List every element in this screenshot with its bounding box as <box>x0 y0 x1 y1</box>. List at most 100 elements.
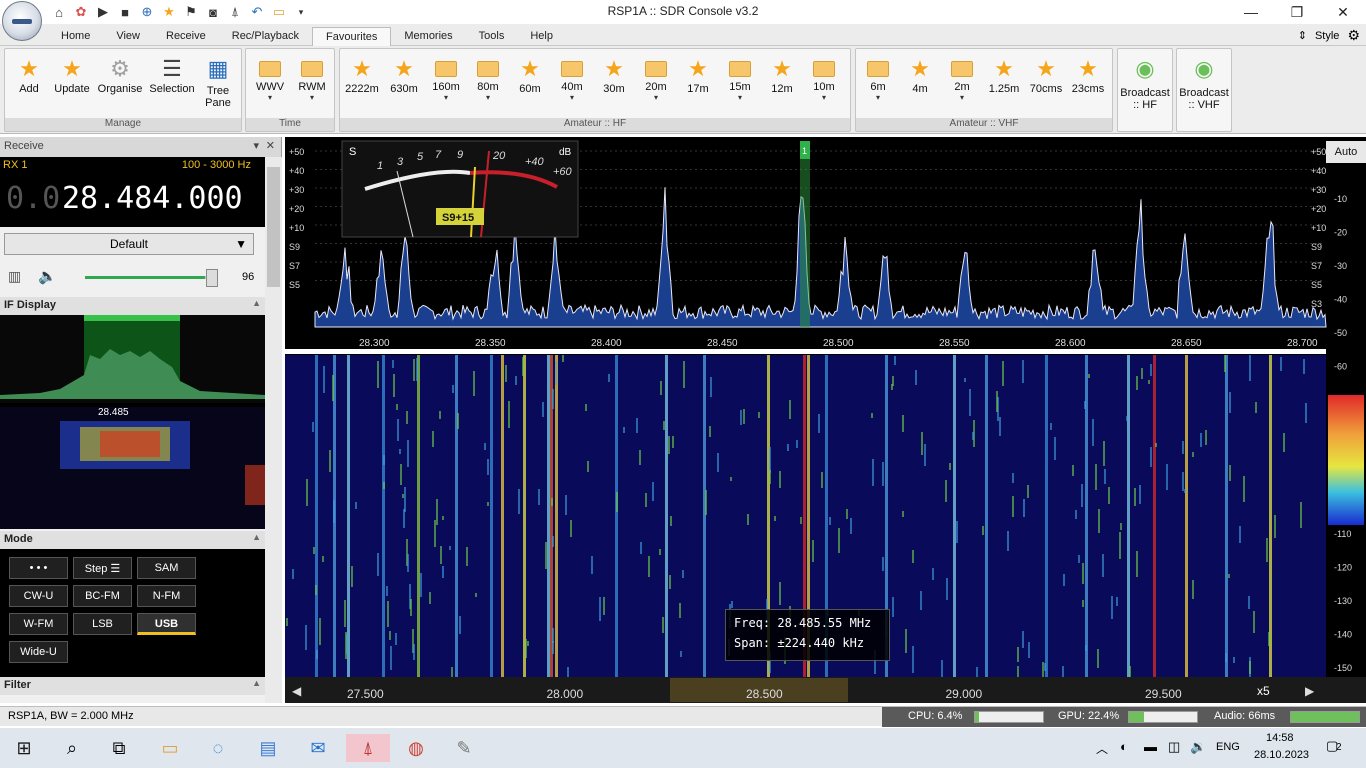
band-30m-button[interactable]: ★ 30m <box>594 53 634 115</box>
tab-help[interactable]: Help <box>517 27 566 46</box>
if-display[interactable]: 28.485 <box>0 315 265 529</box>
style-menu[interactable]: Style <box>1315 30 1339 42</box>
task-view-icon[interactable]: ⧉ <box>105 734 133 762</box>
chrome-icon[interactable]: ◍ <box>402 734 430 762</box>
network-icon[interactable]: ◫ <box>1168 739 1180 755</box>
overview-tick-label: 29.000 <box>946 687 983 701</box>
band-40m-button[interactable]: 40m ▾ <box>552 53 592 115</box>
edge-icon[interactable]: ◌ <box>204 734 232 762</box>
spectrum-view[interactable]: +50 +40 +30 +20 +10 S9 S7 S5 +50 +40 +30 +20 +10 S9 S7… <box>285 137 1366 703</box>
band-160m-button[interactable]: 160m ▾ <box>426 53 466 115</box>
band-6m-button[interactable]: 6m ▾ <box>858 53 898 115</box>
tab-view[interactable]: View <box>103 27 153 46</box>
tab-favourites[interactable]: Favourites <box>312 27 392 46</box>
clock-time[interactable]: 14:58 <box>1266 732 1294 744</box>
wwv-button[interactable]: WWV ▾ <box>250 53 290 115</box>
band-2m-button[interactable]: 2m ▾ <box>942 53 982 115</box>
spectrum-scale-label: S5 <box>289 280 300 290</box>
mode-button-wide-u[interactable]: Wide-U <box>9 641 68 663</box>
collapse-icon[interactable]: ▲ <box>252 298 261 308</box>
clock-date[interactable]: 28.10.2023 <box>1254 749 1309 761</box>
minimize-icon[interactable]: — <box>1228 0 1274 24</box>
language-indicator[interactable]: ENG <box>1216 741 1240 753</box>
band-12m-button[interactable]: ★ 12m <box>762 53 802 115</box>
selection-button[interactable]: ☰ Selection <box>147 53 197 115</box>
tab-tools[interactable]: Tools <box>466 27 518 46</box>
mode-button-cw-u[interactable]: CW-U <box>9 585 68 607</box>
sdr-console-taskbar-icon[interactable]: ⍋ <box>346 734 390 762</box>
waterfall-trace <box>547 355 550 677</box>
volume-slider[interactable] <box>85 276 215 279</box>
mode-button-sam[interactable]: SAM <box>137 557 196 579</box>
mode-button-bc-fm[interactable]: BC-FM <box>73 585 132 607</box>
band-70cms-button[interactable]: ★ 70cms <box>1026 53 1066 115</box>
auto-scale-button[interactable]: Auto <box>1326 141 1366 163</box>
tab-home[interactable]: Home <box>48 27 103 46</box>
equalizer-icon[interactable]: ▥ <box>8 268 21 285</box>
rwm-button[interactable]: RWM ▾ <box>292 53 332 115</box>
frequency-display[interactable]: RX 1 100 - 3000 Hz 0.0 28.484.000 <box>0 157 265 227</box>
sort-icon[interactable]: ⇕ <box>1298 29 1307 42</box>
waterfall-speckle <box>882 462 884 486</box>
band-80m-button[interactable]: 80m ▾ <box>468 53 508 115</box>
tab-receive[interactable]: Receive <box>153 27 219 46</box>
gear-icon[interactable]: ⚙ <box>1347 27 1360 44</box>
collapse-icon[interactable]: ▲ <box>252 532 261 542</box>
volume-thumb[interactable] <box>206 269 218 287</box>
band-17m-button[interactable]: ★ 17m <box>678 53 718 115</box>
update-button[interactable]: ★ Update <box>51 53 93 115</box>
speaker-icon[interactable]: 🔈 <box>38 267 57 285</box>
paint-icon[interactable]: ✎ <box>450 734 478 762</box>
tab-memories[interactable]: Memories <box>391 27 465 46</box>
search-icon[interactable]: ⌕ <box>58 734 86 762</box>
tree-pane-button[interactable]: ▦ Tree Pane <box>199 53 237 115</box>
panel-menu-icon[interactable]: ▾ <box>253 139 259 152</box>
close-icon[interactable]: ✕ <box>1320 0 1366 24</box>
mode-button-n-fm[interactable]: N-FM <box>137 585 196 607</box>
add-button[interactable]: ★ Add <box>9 53 49 115</box>
mail-icon[interactable]: ✉ <box>304 734 332 762</box>
store-icon[interactable]: ▤ <box>254 734 282 762</box>
band-2222m-button[interactable]: ★ 2222m <box>342 53 382 115</box>
mode-button-step[interactable]: Step ☰ <box>73 557 132 579</box>
band-23cms-button[interactable]: ★ 23cms <box>1068 53 1108 115</box>
mode-button-[interactable]: • • • <box>9 557 68 579</box>
waterfall-speckle <box>912 550 914 563</box>
close-icon[interactable]: ✕ <box>266 139 275 152</box>
battery-icon[interactable]: ▬ <box>1144 739 1157 754</box>
organise-button[interactable]: ⚙ Organise <box>95 53 145 115</box>
band-10m-button[interactable]: 10m ▾ <box>804 53 844 115</box>
tab-rec-playback[interactable]: Rec/Playback <box>219 27 312 46</box>
mode-button-lsb[interactable]: LSB <box>73 613 132 635</box>
waterfall-speckle <box>640 542 642 554</box>
s-meter-scale-label: +60 <box>553 166 573 178</box>
right-scale-label: -120 <box>1334 563 1352 573</box>
volume-icon[interactable]: 🔉 <box>1190 739 1206 755</box>
broadcast-hf-button[interactable]: ◉ Broadcast :: HF <box>1120 53 1170 115</box>
folder-icon <box>477 61 499 77</box>
band-630m-button[interactable]: ★ 630m <box>384 53 424 115</box>
windows-start-icon[interactable]: ⊞ <box>10 734 38 762</box>
band-4m-button[interactable]: ★ 4m <box>900 53 940 115</box>
band-1-25m-button[interactable]: ★ 1.25m <box>984 53 1024 115</box>
restore-icon[interactable]: ❐ <box>1274 0 1320 24</box>
mode-button-usb[interactable]: USB <box>137 613 196 635</box>
app-logo[interactable] <box>2 1 42 41</box>
broadcast-vhf-button[interactable]: ◉ Broadcast :: VHF <box>1179 53 1229 115</box>
preset-select[interactable]: Default ▼ <box>4 233 254 255</box>
tray-chevron-icon[interactable]: ︿ <box>1096 740 1108 757</box>
panel-scrollbar[interactable] <box>265 157 282 703</box>
tray-device-icon[interactable]: ◐ <box>1120 739 1128 754</box>
waterfall-speckle <box>1120 523 1122 530</box>
rx-label: RX 1 <box>3 159 28 171</box>
mode-button-w-fm[interactable]: W-FM <box>9 613 68 635</box>
waterfall-speckle <box>669 575 671 589</box>
file-explorer-icon[interactable]: ▭ <box>156 734 184 762</box>
band-15m-button[interactable]: 15m ▾ <box>720 53 760 115</box>
band-60m-button[interactable]: ★ 60m <box>510 53 550 115</box>
scrollbar-thumb[interactable] <box>267 167 280 287</box>
star-icon: ★ <box>1036 56 1056 81</box>
collapse-icon[interactable]: ▲ <box>252 678 261 688</box>
waterfall-speckle <box>466 547 468 566</box>
band-20m-button[interactable]: 20m ▾ <box>636 53 676 115</box>
